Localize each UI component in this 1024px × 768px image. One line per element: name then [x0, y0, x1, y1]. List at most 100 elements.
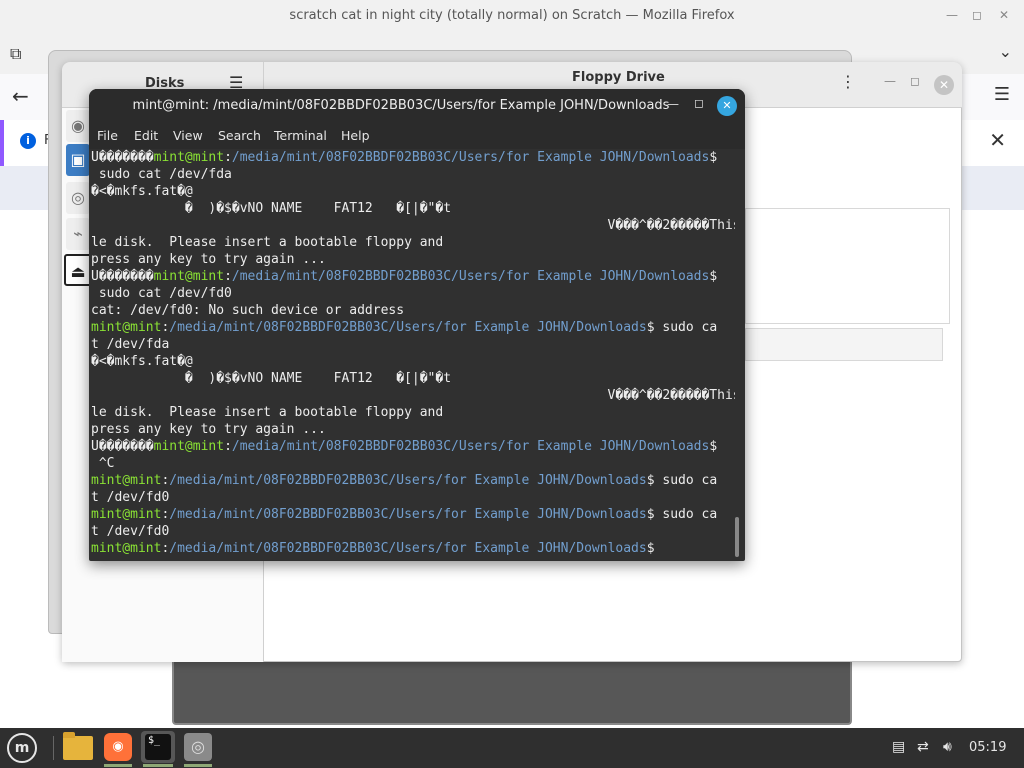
files-icon[interactable]: [63, 732, 93, 760]
menu-help[interactable]: Help: [341, 128, 370, 143]
disks-volume-panel: [745, 208, 950, 324]
firefox-close-icon[interactable]: ✕: [999, 8, 1009, 22]
disks-kebab-icon[interactable]: ⋮: [840, 72, 856, 91]
terminal-text: U�������: [91, 269, 154, 284]
prompt-path: /media/mint/08F02BBDF02BB03C/Users/for E…: [231, 150, 710, 165]
prompt-path: /media/mint/08F02BBDF02BB03C/Users/for E…: [169, 507, 647, 522]
menu-view[interactable]: View: [173, 128, 203, 143]
terminal-text: :: [224, 269, 232, 284]
terminal-text: V���^��2�����This is not a bootab: [607, 388, 735, 403]
terminal-text: :: [224, 150, 232, 165]
clock[interactable]: 05:19: [969, 740, 1006, 755]
tab-overview-icon[interactable]: ⧉: [10, 44, 21, 64]
notes-icon[interactable]: ▤: [892, 739, 905, 755]
disks-running-indicator: [184, 764, 212, 767]
terminal-text: press any key to try again ...: [91, 422, 326, 437]
disks-minimize-icon[interactable]: —: [884, 74, 896, 88]
prompt-user: mint@mint: [91, 320, 162, 335]
terminal-line: le disk. Please insert a bootable floppy…: [91, 404, 735, 421]
terminal-text: $: [709, 269, 718, 284]
menu-file[interactable]: File: [97, 128, 118, 143]
prompt-user: mint@mint: [91, 473, 162, 488]
disks-maximize-icon[interactable]: ◻: [910, 74, 920, 88]
terminal-text: U�������: [91, 150, 154, 165]
chevron-down-icon[interactable]: ⌄: [999, 42, 1012, 61]
prompt-user: mint@mint: [153, 439, 225, 454]
page-dark-panel: [172, 655, 852, 725]
terminal-line: sudo cat /dev/fda: [91, 166, 735, 183]
prompt-user: mint@mint: [91, 507, 162, 522]
taskbar-separator: [53, 736, 54, 760]
prompt-user: mint@mint: [153, 150, 225, 165]
terminal-line: V���^��2�����This is not a bootab: [91, 217, 735, 234]
mint-menu-icon[interactable]: m: [7, 733, 37, 763]
firefox-icon[interactable]: ◉: [104, 733, 132, 761]
terminal-text: le disk. Please insert a bootable floppy…: [91, 235, 444, 250]
terminal-title: mint@mint: /media/mint/08F02BBDF02BB03C/…: [132, 98, 670, 113]
terminal-text: $ sudo ca: [646, 507, 718, 522]
disks-volume-bar[interactable]: [745, 328, 943, 361]
terminal-line: ^C: [91, 455, 735, 472]
terminal-icon: $_: [145, 734, 171, 760]
firefox-window-title: scratch cat in night city (totally norma…: [289, 8, 735, 23]
info-icon: i: [20, 133, 36, 149]
terminal-text: :: [224, 439, 232, 454]
terminal-text: V���^��2�����This is not a bootab: [607, 218, 735, 233]
disks-close-icon[interactable]: ✕: [934, 75, 954, 95]
menu-edit[interactable]: Edit: [134, 128, 158, 143]
terminal-line: cat: /dev/fd0: No such device or address: [91, 302, 735, 319]
terminal-line: t /dev/fda: [91, 336, 735, 353]
terminal-text: $ sudo ca: [646, 320, 718, 335]
menu-search[interactable]: Search: [218, 128, 261, 143]
optical-device-icon[interactable]: ◎: [66, 182, 90, 214]
terminal-minimize-icon[interactable]: —: [667, 97, 679, 111]
terminal-line: U�������mint@mint:/media/mint/08F02BBDF0…: [91, 149, 735, 166]
back-arrow-icon[interactable]: ←: [12, 84, 29, 108]
firefox-minimize-icon[interactable]: —: [946, 8, 958, 22]
terminal-line: t /dev/fd0: [91, 489, 735, 506]
terminal-text: t /dev/fd0: [91, 490, 170, 505]
volume-icon[interactable]: 🔊︎: [943, 739, 952, 755]
terminal-text: $: [709, 150, 718, 165]
terminal-line: � )�$�vNO NAME FAT12 �[|�"�t: [91, 200, 735, 217]
terminal-close-icon[interactable]: ✕: [717, 96, 737, 116]
terminal-text: sudo cat /dev/fda: [91, 167, 232, 182]
disks-main-title: Floppy Drive: [572, 70, 665, 85]
hamburger-menu-icon[interactable]: ☰: [994, 84, 1010, 105]
terminal-line: le disk. Please insert a bootable floppy…: [91, 234, 735, 251]
terminal-running-indicator: [143, 764, 173, 767]
disk-device-icon[interactable]: ◉: [66, 110, 90, 142]
firefox-maximize-icon[interactable]: ◻: [972, 8, 982, 22]
terminal-line: press any key to try again ...: [91, 251, 735, 268]
prompt-path: /media/mint/08F02BBDF02BB03C/Users/for E…: [169, 473, 647, 488]
terminal-output[interactable]: U�������mint@mint:/media/mint/08F02BBDF0…: [91, 149, 735, 559]
terminal-text: $ sudo ca: [646, 473, 718, 488]
terminal-text: �<�mkfs.fat�@: [91, 354, 193, 369]
menu-terminal[interactable]: Terminal: [274, 128, 327, 143]
terminal-line: mint@mint:/media/mint/08F02BBDF02BB03C/U…: [91, 472, 735, 489]
terminal-line: t /dev/fd0: [91, 523, 735, 540]
terminal-text: le disk. Please insert a bootable floppy…: [91, 405, 444, 420]
eject-icon[interactable]: ⏏: [64, 254, 92, 286]
prompt-path: /media/mint/08F02BBDF02BB03C/Users/for E…: [169, 541, 647, 556]
disks-icon[interactable]: ◎: [184, 733, 212, 761]
terminal-line: U�������mint@mint:/media/mint/08F02BBDF0…: [91, 268, 735, 285]
prompt-user: mint@mint: [153, 269, 225, 284]
terminal-window: mint@mint: /media/mint/08F02BBDF02BB03C/…: [89, 89, 745, 561]
notification-close-icon[interactable]: ✕: [989, 128, 1006, 152]
prompt-path: /media/mint/08F02BBDF02BB03C/Users/for E…: [231, 269, 710, 284]
terminal-maximize-icon[interactable]: ◻: [694, 96, 704, 110]
terminal-scrollbar[interactable]: [735, 517, 739, 557]
terminal-text: $: [646, 541, 655, 556]
terminal-line: mint@mint:/media/mint/08F02BBDF02BB03C/U…: [91, 506, 735, 523]
network-icon[interactable]: ⇄: [917, 739, 929, 755]
terminal-line: sudo cat /dev/fd0: [91, 285, 735, 302]
terminal-line: V���^��2�����This is not a bootab: [91, 387, 735, 404]
prompt-path: /media/mint/08F02BBDF02BB03C/Users/for E…: [169, 320, 647, 335]
prompt-path: /media/mint/08F02BBDF02BB03C/Users/for E…: [231, 439, 710, 454]
floppy-device-icon[interactable]: ▣: [66, 144, 90, 176]
terminal-line: �<�mkfs.fat�@: [91, 183, 735, 200]
prompt-user: mint@mint: [91, 541, 162, 556]
terminal-line: mint@mint:/media/mint/08F02BBDF02BB03C/U…: [91, 540, 735, 557]
usb-device-icon[interactable]: ⌁: [66, 218, 90, 250]
